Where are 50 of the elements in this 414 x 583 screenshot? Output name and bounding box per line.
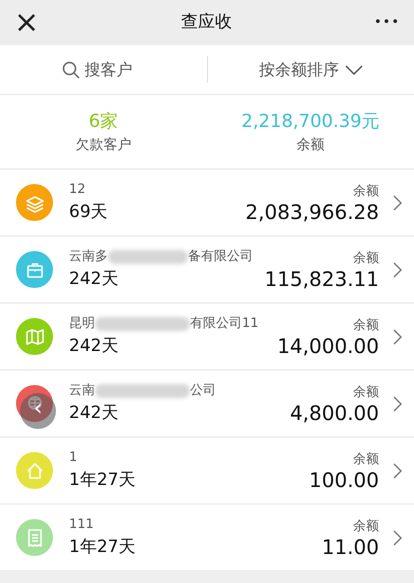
- floating-back-button[interactable]: ‹: [20, 393, 56, 429]
- overdue-days: 1年27天: [69, 468, 310, 493]
- chevron-right-icon: [393, 328, 402, 344]
- search-icon: [62, 60, 80, 78]
- customer-row[interactable]: 云南多 备有限公司 242天 余额 115,823.11: [0, 237, 414, 302]
- chevron-down-icon: [344, 64, 363, 74]
- count-label: 欠款客户: [74, 136, 132, 154]
- chevron-right-icon: [393, 530, 402, 546]
- customer-name: 1: [69, 449, 78, 467]
- balance-amount: 4,800.00: [290, 402, 379, 424]
- balance-label: 余额: [296, 136, 326, 154]
- customer-name: 云南: [69, 382, 95, 400]
- balance-amount: 2,083,966.28: [245, 201, 379, 224]
- balance-label: 余额: [352, 182, 379, 201]
- balance-label: 余额: [352, 450, 379, 469]
- close-button[interactable]: ×: [14, 8, 40, 38]
- balance-amount: 14,000.00: [277, 335, 379, 358]
- overdue-days: 69天: [69, 200, 246, 225]
- balance-label: 余额: [352, 316, 379, 335]
- customer-name: 12: [69, 181, 86, 199]
- balance-label: 余额: [352, 384, 379, 402]
- more-button[interactable]: •••: [374, 12, 400, 32]
- customer-row[interactable]: 昆明 有限公司11 242天 余额 14,000.00: [0, 304, 414, 369]
- chevron-right-icon: [393, 262, 402, 278]
- customer-name: 公司: [190, 382, 216, 400]
- customer-row[interactable]: 云南 公司 242天 余额 4,800.00 ‹: [0, 371, 414, 436]
- page-title: 查应收: [181, 10, 232, 34]
- balance-amount: 100.00: [309, 469, 379, 492]
- customer-name: 111: [69, 516, 94, 534]
- balance-label: 余额: [352, 518, 379, 536]
- overdue-days: 242天: [69, 334, 278, 359]
- chevron-right-icon: [393, 194, 402, 210]
- customer-row[interactable]: 111 1年27天 余额 11.00: [0, 505, 414, 570]
- customer-count: 6家: [88, 110, 120, 134]
- chevron-right-icon: [393, 396, 402, 412]
- customer-name: 云南多: [69, 248, 108, 266]
- balance-amount: 11.00: [322, 536, 379, 558]
- customer-name: 有限公司11: [190, 315, 259, 333]
- chevron-right-icon: [393, 462, 402, 478]
- balance-label: 余额: [352, 250, 379, 268]
- overdue-days: 242天: [69, 266, 264, 292]
- customer-name: 备有限公司: [188, 248, 253, 266]
- customer-name: 昆明: [69, 315, 95, 333]
- customer-row[interactable]: 12 69天 余额 2,083,966.28: [0, 170, 414, 235]
- overdue-days: 242天: [69, 400, 290, 426]
- total-balance: 2,218,700.39元: [240, 110, 381, 134]
- overdue-days: 1年27天: [69, 534, 322, 560]
- balance-amount: 115,823.11: [264, 268, 379, 290]
- customer-row[interactable]: 1 1年27天 余额 100.00: [0, 438, 414, 503]
- sort-dropdown[interactable]: 按余额排序: [258, 58, 363, 82]
